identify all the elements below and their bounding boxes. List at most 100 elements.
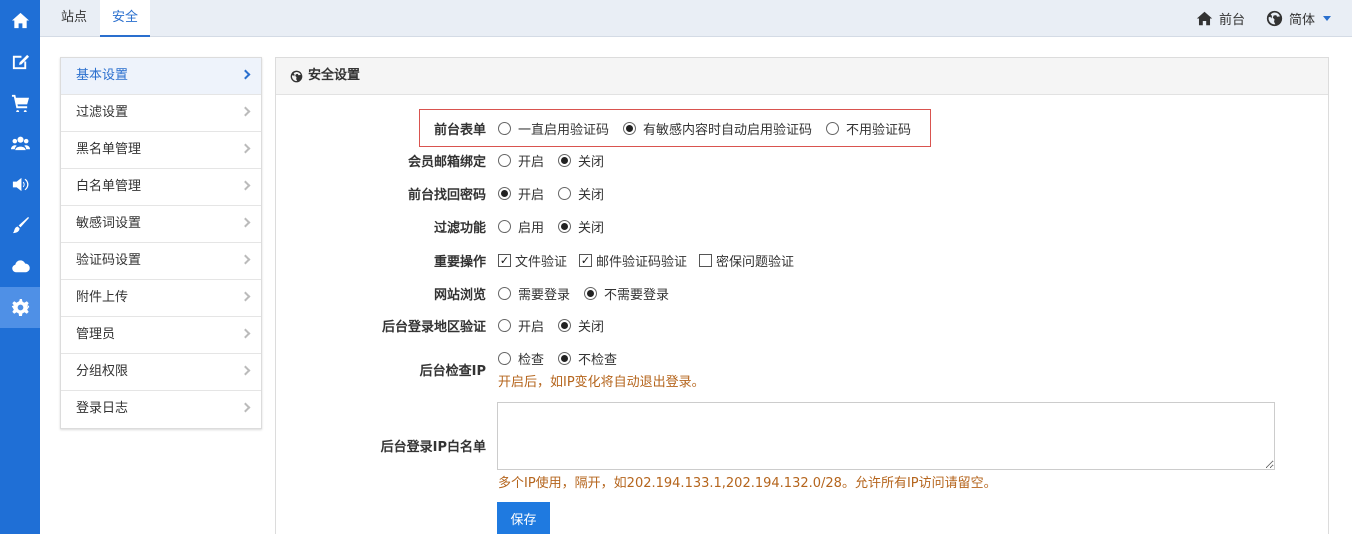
admin-ip-check-option-nocheck[interactable]: 不检查 xyxy=(558,349,617,368)
checkbox[interactable]: ✓ xyxy=(498,253,511,267)
rail-theme[interactable] xyxy=(0,205,40,246)
front-form-option-none[interactable]: 不用验证码 xyxy=(826,119,911,138)
radio[interactable] xyxy=(498,186,511,200)
language-switcher[interactable]: 简体 xyxy=(1266,0,1332,37)
sidebar-item-upload[interactable]: 附件上传 xyxy=(61,280,261,317)
panel-title: 安全设置 xyxy=(308,68,361,83)
chevron-right-icon xyxy=(240,180,251,191)
checkbox[interactable]: ✓ xyxy=(579,253,593,267)
sidebar-item-groups[interactable]: 分组权限 xyxy=(61,354,261,391)
radio[interactable] xyxy=(498,286,511,300)
important-ops-file[interactable]: ✓ 文件验证 xyxy=(498,251,567,270)
radio[interactable] xyxy=(558,219,572,233)
radio[interactable] xyxy=(826,121,840,135)
ip-whitelist-textarea[interactable] xyxy=(497,402,1275,470)
security-settings-panel: 安全设置 前台表单 一直启用验证码 有敏感内容时自动启用验证码 不用验证码 会员… xyxy=(275,57,1329,534)
radio[interactable] xyxy=(498,318,511,332)
sidebar-item-captcha[interactable]: 验证码设置 xyxy=(61,243,261,280)
frontend-label: 前台 xyxy=(1219,13,1246,28)
rail-cart[interactable] xyxy=(0,82,40,123)
gear-icon xyxy=(11,298,29,317)
rail-settings[interactable] xyxy=(0,287,40,328)
radio[interactable] xyxy=(558,186,572,200)
admin-ip-check-option-check[interactable]: 检查 xyxy=(498,349,544,368)
sidebar-item-admins[interactable]: 管理员 xyxy=(61,317,261,354)
tab-site[interactable]: 站点 xyxy=(49,0,99,37)
front-form-option-auto[interactable]: 有敏感内容时自动启用验证码 xyxy=(623,119,812,138)
rail-edit[interactable] xyxy=(0,41,40,82)
radio[interactable] xyxy=(623,121,637,135)
sidebar-item-label: 验证码设置 xyxy=(76,253,142,268)
sidebar-item-label: 敏感词设置 xyxy=(76,216,142,231)
admin-region-option-off[interactable]: 关闭 xyxy=(558,316,604,335)
sidebar-item-label: 白名单管理 xyxy=(76,179,142,194)
users-icon xyxy=(10,136,30,151)
ip-whitelist-hint: 多个IP使用，隔开，如202.194.133.1,202.194.132.0/2… xyxy=(498,475,997,491)
sidebar-item-label: 过滤设置 xyxy=(76,105,129,120)
option-label: 检查 xyxy=(518,352,545,368)
option-label: 不用验证码 xyxy=(846,122,912,138)
site-browse-option-nologin[interactable]: 不需要登录 xyxy=(584,284,669,303)
brush-icon xyxy=(12,216,29,234)
rail-home[interactable] xyxy=(0,0,40,41)
option-label: 不需要登录 xyxy=(604,287,670,303)
sidebar-item-basic[interactable]: 基本设置 xyxy=(61,58,261,95)
field-label: 后台登录地区验证 xyxy=(381,319,486,335)
radio[interactable] xyxy=(584,286,598,300)
field-label: 后台登录IP白名单 xyxy=(380,439,486,455)
sidebar-item-whitelist[interactable]: 白名单管理 xyxy=(61,169,261,206)
sidebar-item-filter[interactable]: 过滤设置 xyxy=(61,95,261,132)
option-label: 开启 xyxy=(518,154,545,170)
rail-cloud[interactable] xyxy=(0,246,40,287)
important-ops-question[interactable]: 密保问题验证 xyxy=(699,251,794,270)
frontend-link[interactable]: 前台 xyxy=(1196,0,1245,37)
sidebar-item-label: 基本设置 xyxy=(76,68,129,83)
language-label: 简体 xyxy=(1289,13,1316,28)
field-label: 前台表单 xyxy=(433,122,486,138)
chevron-right-icon xyxy=(240,254,251,265)
option-label: 启用 xyxy=(518,220,545,236)
sidebar-item-login-log[interactable]: 登录日志 xyxy=(61,391,261,428)
option-label: 需要登录 xyxy=(518,287,571,303)
important-ops-email[interactable]: ✓ 邮件验证码验证 xyxy=(579,251,687,270)
tab-security[interactable]: 安全 xyxy=(100,0,151,37)
chevron-right-icon xyxy=(240,217,251,228)
sidebar-item-blacklist[interactable]: 黑名单管理 xyxy=(61,132,261,169)
field-label: 会员邮箱绑定 xyxy=(407,154,486,170)
radio[interactable] xyxy=(498,351,511,365)
rail-users[interactable] xyxy=(0,123,40,164)
find-password-option-on[interactable]: 开启 xyxy=(498,184,544,203)
email-bind-options: 开启 关闭 xyxy=(498,151,618,170)
chevron-right-icon xyxy=(240,402,251,413)
option-label: 开启 xyxy=(518,187,545,203)
site-browse-option-login[interactable]: 需要登录 xyxy=(498,284,570,303)
chevron-right-icon xyxy=(240,69,251,80)
radio[interactable] xyxy=(498,219,511,233)
checkbox[interactable] xyxy=(699,253,713,267)
edit-icon xyxy=(12,54,29,70)
email-bind-option-on[interactable]: 开启 xyxy=(498,151,544,170)
rail-announce[interactable] xyxy=(0,164,40,205)
option-label: 关闭 xyxy=(578,154,605,170)
radio[interactable] xyxy=(558,351,572,365)
find-password-option-off[interactable]: 关闭 xyxy=(558,184,604,203)
admin-region-option-on[interactable]: 开启 xyxy=(498,316,544,335)
field-label: 后台检查IP xyxy=(419,363,486,379)
field-label: 重要操作 xyxy=(433,254,486,270)
front-form-option-always[interactable]: 一直启用验证码 xyxy=(498,119,609,138)
chevron-right-icon xyxy=(240,106,251,117)
admin-ip-check-hint: 开启后，如IP变化将自动退出登录。 xyxy=(498,374,705,390)
save-button[interactable]: 保存 xyxy=(497,502,550,534)
email-bind-option-off[interactable]: 关闭 xyxy=(558,151,604,170)
sidebar-item-sensitive-words[interactable]: 敏感词设置 xyxy=(61,206,261,243)
filter-option-off[interactable]: 关闭 xyxy=(558,217,604,236)
megaphone-icon xyxy=(12,177,28,192)
radio[interactable] xyxy=(558,153,572,167)
chevron-right-icon xyxy=(240,291,251,302)
radio[interactable] xyxy=(558,318,572,332)
radio[interactable] xyxy=(498,121,511,135)
option-label: 邮件验证码验证 xyxy=(596,254,688,270)
filter-option-on[interactable]: 启用 xyxy=(498,217,544,236)
field-label: 过滤功能 xyxy=(433,220,486,236)
radio[interactable] xyxy=(498,153,511,167)
